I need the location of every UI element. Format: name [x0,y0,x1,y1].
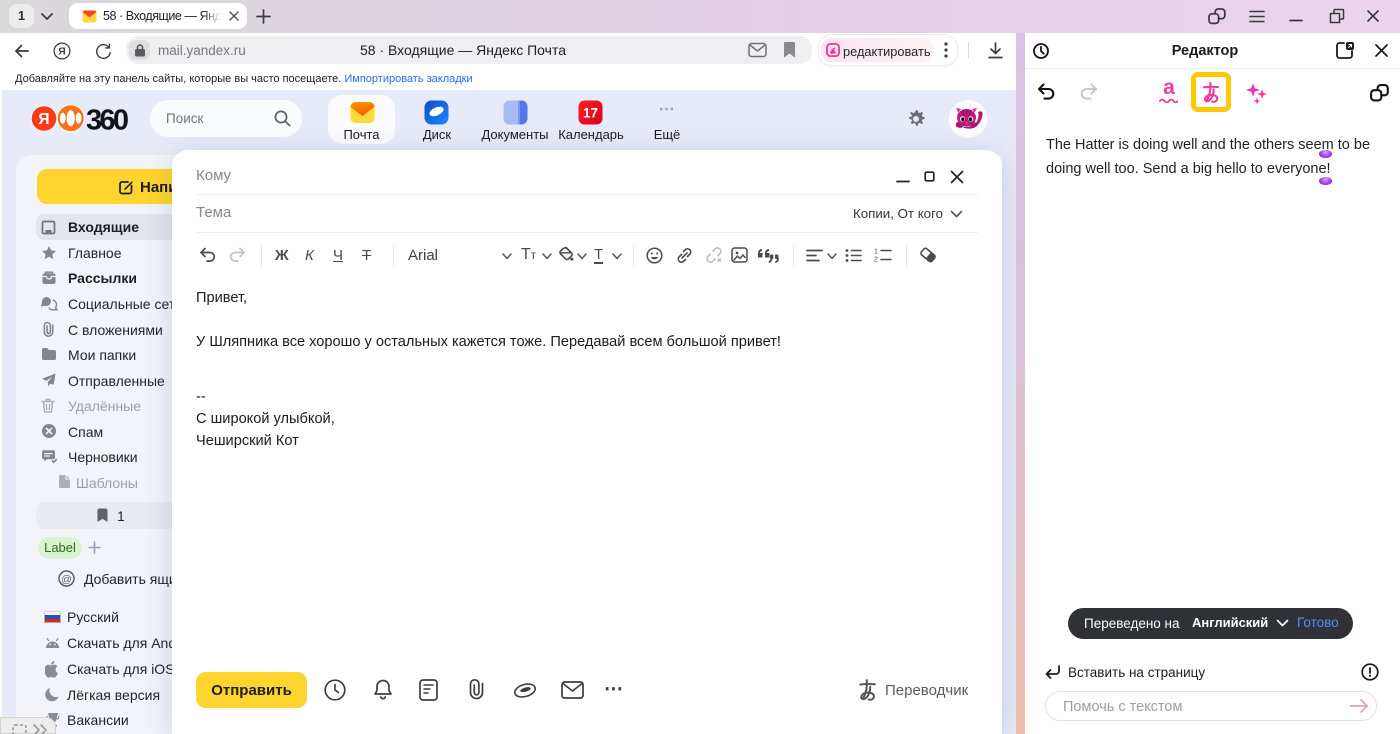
svg-text:@: @ [61,573,72,585]
svg-text:2: 2 [874,257,878,264]
svg-text:Я: Я [38,111,49,128]
svg-text:17: 17 [583,106,598,121]
svg-text:360: 360 [86,105,129,134]
svg-text:1: 1 [874,249,878,256]
svg-text:Я: Я [58,46,65,57]
